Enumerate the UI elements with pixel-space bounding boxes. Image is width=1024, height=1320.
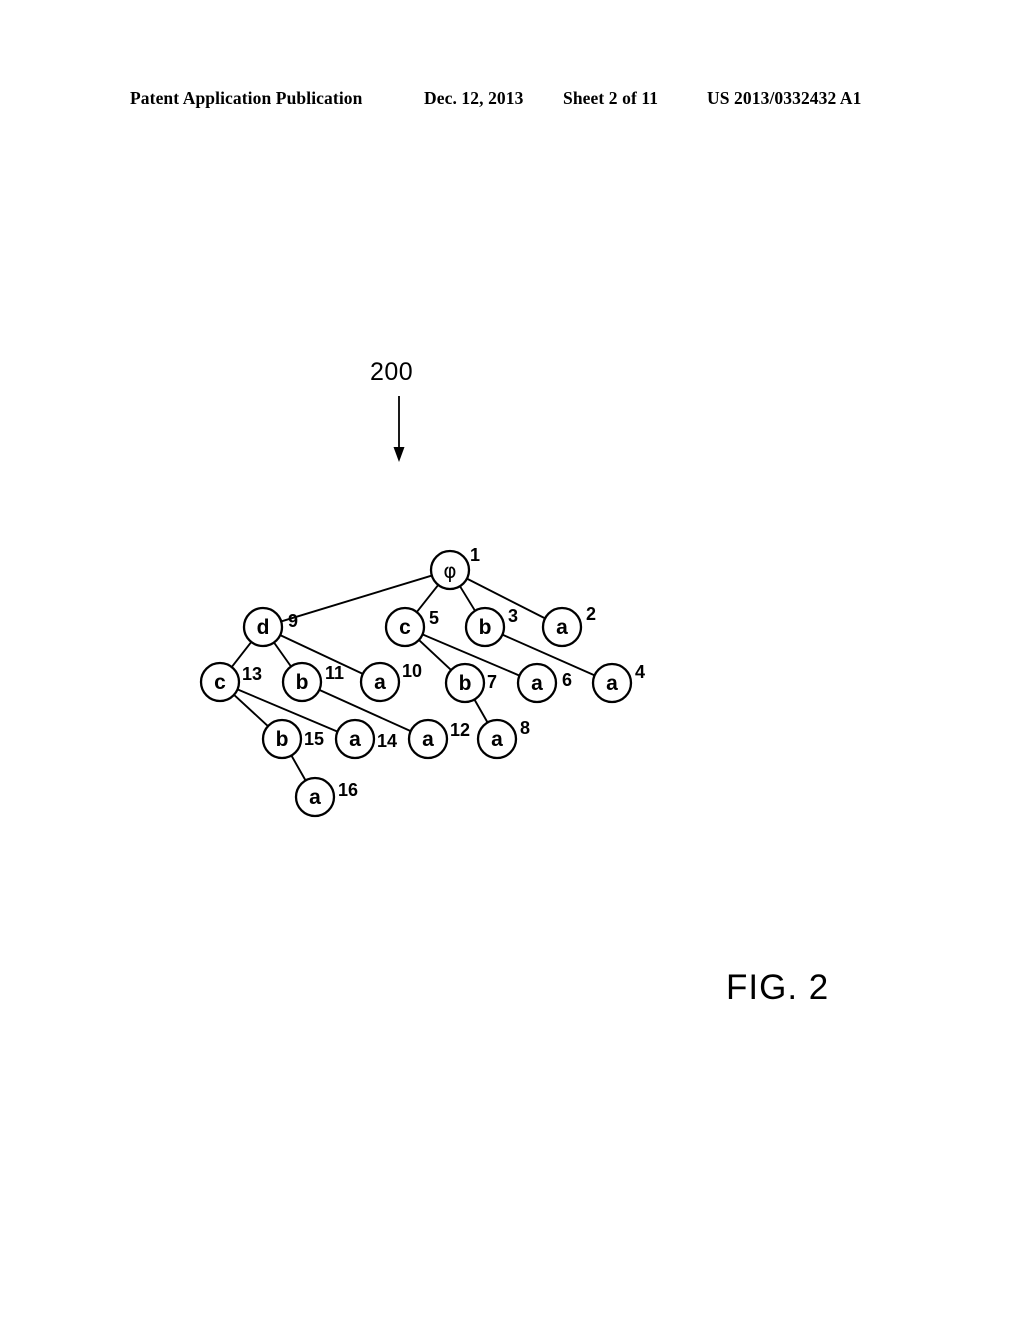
tree-node-index: 1 [470, 545, 480, 565]
tree-diagram: φ 1 d 9 c 5 b 3 a 2 c 13 b 11 a 10 b 7 a 6 a 4 b 15 a 14 a 12 a 8 a 16 [0, 0, 1024, 1320]
tree-node-label: c [214, 671, 226, 694]
tree-node-label: a [349, 728, 361, 751]
tree-node[interactable]: a 10 [359, 661, 422, 703]
tree-node[interactable]: b3 [464, 606, 518, 648]
tree-node[interactable]: a6 [516, 662, 572, 704]
tree-node[interactable]: b7 [444, 662, 497, 704]
tree-node-label: a [531, 672, 543, 695]
tree-edge [290, 754, 307, 782]
tree-node-label: a [491, 728, 503, 751]
tree-node-index: 12 [450, 720, 470, 740]
tree-node[interactable]: c5 [384, 606, 439, 648]
tree-node-index: 10 [402, 661, 422, 681]
figure-caption: FIG. 2 [726, 968, 830, 1007]
tree-node[interactable]: a 12 [407, 718, 470, 760]
tree-node-label: d [257, 616, 270, 639]
tree-node-label: c [399, 616, 411, 639]
tree-node-label: a [309, 786, 321, 809]
tree-node-index: 2 [586, 604, 596, 624]
tree-node-index: 13 [242, 664, 262, 684]
tree-edge [473, 698, 489, 724]
tree-node-label: a [374, 671, 386, 694]
tree-node-label: b [276, 728, 289, 751]
tree-node-index: 7 [487, 672, 497, 692]
tree-node-label: φ [443, 559, 456, 583]
tree-node[interactable]: a4 [591, 662, 645, 704]
tree-node-index: 3 [508, 606, 518, 626]
tree-node-layer: φ1d 9 c 5 b 3 a2c 13 b 11 a 10b 7 a 6 a 4b 15 a 14 a 12 a 8a 16 [199, 545, 645, 818]
tree-node-index: 4 [635, 662, 645, 682]
tree-diagram-canvas: φ1d 9 c 5 b 3 a2c 13 b 11 a 10b 7 a 6 a 4b 15 a 14 a 12 a 8a 16 [199, 545, 645, 818]
tree-node-label: b [479, 616, 492, 639]
tree-node-index: 8 [520, 718, 530, 738]
tree-node[interactable]: a8 [476, 718, 530, 760]
tree-edge [273, 641, 292, 668]
tree-node-index: 14 [377, 731, 397, 751]
tree-node-label: a [556, 616, 568, 639]
tree-node[interactable]: b 11 [281, 661, 344, 703]
tree-node-label: b [459, 672, 472, 695]
tree-node[interactable]: a 14 [334, 718, 397, 760]
tree-node-index: 5 [429, 608, 439, 628]
tree-node[interactable]: a2 [541, 604, 596, 648]
tree-node[interactable]: b 15 [261, 718, 324, 760]
tree-node-index: 6 [562, 670, 572, 690]
tree-node-index: 15 [304, 729, 324, 749]
tree-node-label: a [422, 728, 434, 751]
tree-node-index: 9 [288, 611, 298, 631]
tree-node-index: 11 [325, 663, 344, 683]
tree-node-label: a [606, 672, 618, 695]
tree-node-index: 16 [338, 780, 358, 800]
tree-node[interactable]: a 16 [294, 776, 358, 818]
tree-edge [458, 585, 477, 612]
tree-node-label: b [296, 671, 309, 694]
